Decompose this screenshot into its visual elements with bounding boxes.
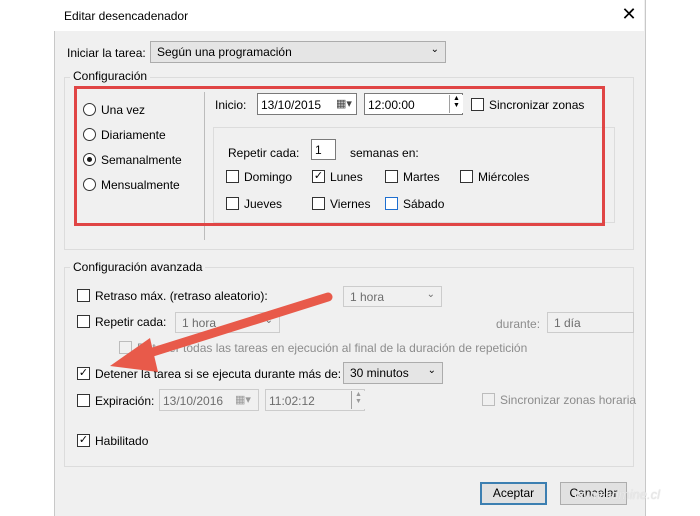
arrow-head xyxy=(110,338,158,372)
watermark: www.sdmine.cl xyxy=(574,487,660,502)
arrow-shaft xyxy=(135,292,333,361)
annotation-arrow xyxy=(110,292,333,372)
